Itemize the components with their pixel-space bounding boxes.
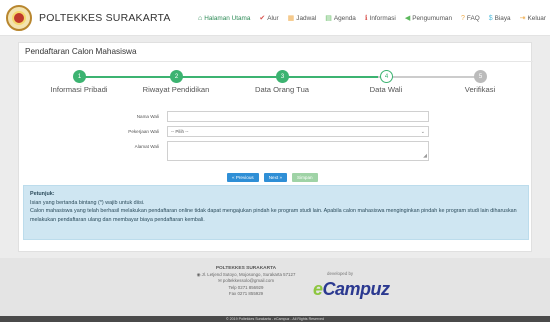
nama-wali-input[interactable] bbox=[167, 111, 429, 122]
nav-label: Jadwal bbox=[296, 14, 317, 22]
step-label: Riwayat Pendidikan bbox=[142, 85, 210, 94]
instructions-panel: Petunjuk: Isian yang bertanda bintang (*… bbox=[23, 185, 529, 240]
label-nama-wali: Nama Wali bbox=[136, 114, 159, 119]
info-icon: ℹ bbox=[364, 14, 368, 22]
form-buttons: « Previous Next » Simpan bbox=[227, 173, 323, 182]
nav-label: Alur bbox=[267, 14, 279, 22]
ecampuz-logo[interactable]: eCampuz bbox=[313, 279, 390, 300]
home-icon: ⌂ bbox=[198, 14, 203, 22]
nav-alur[interactable]: ✔ Alur bbox=[259, 15, 278, 22]
pekerjaan-wali-select[interactable]: -- Pilih -- ⌄ bbox=[167, 126, 429, 137]
chevron-down-icon: ⌄ bbox=[420, 128, 425, 135]
card-title: Pendaftaran Calon Mahasiswa bbox=[25, 47, 137, 56]
nav-halaman-utama[interactable]: ⌂ Halaman Utama bbox=[198, 15, 250, 22]
divider bbox=[19, 61, 533, 62]
logout-icon: ⇥ bbox=[519, 14, 526, 22]
nav-label: Informasi bbox=[369, 14, 396, 22]
select-value: -- Pilih -- bbox=[171, 129, 189, 134]
top-navbar: POLTEKKES SURAKARTA ⌂ Halaman Utama ✔ Al… bbox=[0, 0, 550, 36]
nav-label: Agenda bbox=[333, 14, 356, 22]
step-number: 3 bbox=[276, 70, 289, 83]
nav-agenda[interactable]: ▤ Agenda bbox=[325, 15, 356, 22]
step-number: 5 bbox=[474, 70, 487, 83]
nav-label: Halaman Utama bbox=[204, 14, 251, 22]
alamat-wali-textarea[interactable]: ◢ bbox=[167, 141, 429, 161]
copyright-bar: © 2019 Poltekkes Surakarta - eCampuz - A… bbox=[0, 316, 550, 322]
previous-button[interactable]: « Previous bbox=[227, 173, 259, 182]
row-alamat-wali: Alamat Wali ◢ bbox=[19, 141, 533, 161]
footer-contact: POLTEKKES SURAKARTA ◉ Jl. Letjend Sutoyo… bbox=[186, 266, 306, 297]
footer-fax: Fax 0271 855929 bbox=[228, 290, 264, 296]
nav-informasi[interactable]: ℹ Informasi bbox=[365, 15, 396, 22]
nav-label: Keluar bbox=[527, 14, 546, 22]
nav-biaya[interactable]: $ Biaya bbox=[489, 15, 511, 22]
next-button[interactable]: Next » bbox=[263, 173, 287, 182]
step-label: Data Orang Tua bbox=[254, 85, 310, 94]
question-icon: ? bbox=[461, 14, 465, 22]
logo-icon bbox=[6, 5, 32, 31]
instructions-line: Isian yang bertanda bintang (*) wajib un… bbox=[30, 199, 145, 206]
nav-label: Pengumuman bbox=[412, 14, 453, 22]
step-number: 4 bbox=[380, 70, 393, 83]
resize-handle-icon[interactable]: ◢ bbox=[423, 154, 427, 159]
row-pekerjaan-wali: Pekerjaan Wali -- Pilih -- ⌄ bbox=[19, 126, 533, 140]
instructions-heading: Petunjuk: bbox=[30, 191, 55, 197]
registration-card: Pendaftaran Calon Mahasiswa 1 Informasi … bbox=[18, 42, 533, 252]
brand[interactable]: POLTEKKES SURAKARTA bbox=[6, 4, 171, 32]
dollar-icon: $ bbox=[488, 14, 493, 22]
footer: POLTEKKES SURAKARTA ◉ Jl. Letjend Sutoyo… bbox=[0, 258, 550, 316]
row-nama-wali: Nama Wali bbox=[19, 111, 533, 125]
developed-by-label: developed by bbox=[327, 271, 354, 276]
nav-label: FAQ bbox=[466, 14, 480, 22]
check-icon: ✔ bbox=[259, 14, 266, 22]
label-alamat-wali: Alamat Wali bbox=[134, 144, 159, 149]
megaphone-icon: ◀ bbox=[404, 14, 411, 22]
agenda-icon: ▤ bbox=[325, 14, 332, 22]
step-number: 1 bbox=[73, 70, 86, 83]
instructions-line: Calon mahasiswa yang telah berhasil mela… bbox=[30, 208, 517, 223]
step-number: 2 bbox=[170, 70, 183, 83]
nav-pengumuman[interactable]: ◀ Pengumuman bbox=[405, 15, 452, 22]
nav-label: Biaya bbox=[494, 14, 511, 22]
nav-faq[interactable]: ? FAQ bbox=[461, 15, 480, 22]
label-pekerjaan-wali: Pekerjaan Wali bbox=[128, 129, 159, 134]
step-connector bbox=[378, 76, 482, 78]
brand-name: POLTEKKES SURAKARTA bbox=[39, 12, 171, 24]
save-button[interactable]: Simpan bbox=[292, 173, 318, 182]
nav-keluar[interactable]: ⇥ Keluar bbox=[520, 15, 546, 22]
nav-jadwal[interactable]: ▦ Jadwal bbox=[288, 15, 317, 22]
main-nav: ⌂ Halaman Utama ✔ Alur ▦ Jadwal ▤ Agenda… bbox=[198, 0, 550, 36]
calendar-icon: ▦ bbox=[287, 14, 295, 22]
step-label: Verifikasi bbox=[464, 85, 496, 94]
